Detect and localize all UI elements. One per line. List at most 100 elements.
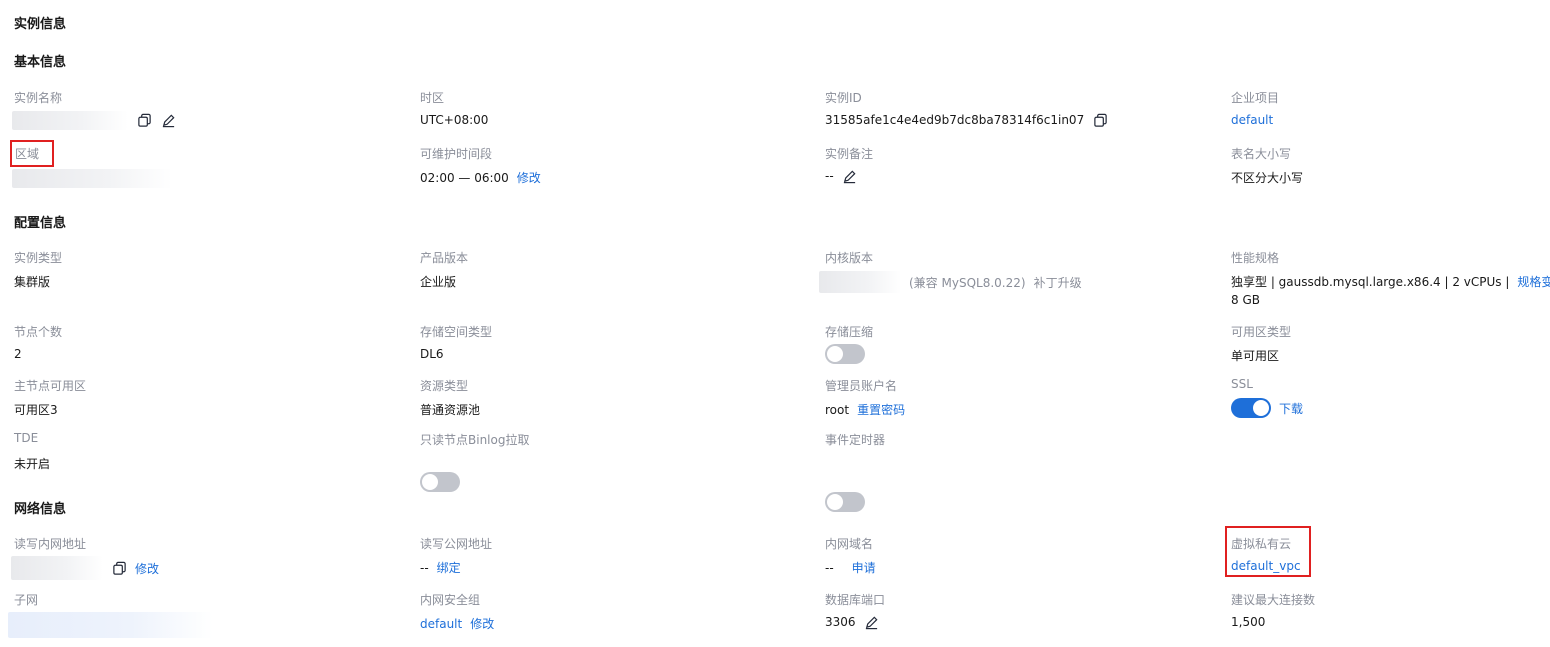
- instance-id-value: 31585afe1c4e4ed9b7dc8ba78314f6c1in07: [825, 113, 1085, 127]
- bind-eip-link[interactable]: 绑定: [437, 559, 461, 576]
- public-address-label: 读写公网地址: [420, 537, 493, 551]
- toggle-knob: [827, 346, 843, 362]
- tde-label: TDE: [14, 431, 39, 445]
- rw-address-redacted: [11, 556, 103, 580]
- kernel-version-redacted: [819, 271, 901, 293]
- instance-id-label: 实例ID: [825, 91, 862, 105]
- admin-label: 管理员账户名: [825, 379, 898, 393]
- timezone-label: 时区: [420, 91, 445, 105]
- resource-type-value: 普通资源池: [420, 403, 481, 417]
- nodes-label: 节点个数: [14, 325, 63, 339]
- network-info-heading: 网络信息: [14, 502, 67, 517]
- page-title: 实例信息: [14, 17, 67, 32]
- remark-row: --: [825, 168, 858, 184]
- admin-value: root: [825, 402, 850, 417]
- resource-type-label: 资源类型: [420, 379, 469, 393]
- region-value: [12, 169, 172, 188]
- instance-name-value: [12, 111, 176, 130]
- kernel-compat-text: (兼容 MySQL8.0.22): [909, 275, 1026, 290]
- basic-info-heading: 基本信息: [14, 55, 67, 70]
- domain-apply-link[interactable]: 申请: [852, 559, 876, 576]
- instance-id-row: 31585afe1c4e4ed9b7dc8ba78314f6c1in07: [825, 112, 1108, 128]
- instance-type-value: 集群版: [14, 275, 51, 289]
- storage-type-value: DL6: [420, 347, 444, 361]
- reset-password-link[interactable]: 重置密码: [857, 401, 905, 418]
- copy-icon[interactable]: [1092, 112, 1108, 128]
- storage-type-label: 存储空间类型: [420, 325, 493, 339]
- project-label: 企业项目: [1231, 91, 1280, 105]
- copy-icon[interactable]: [111, 560, 127, 576]
- ssl-toggle[interactable]: [1231, 398, 1271, 418]
- toggle-knob: [827, 494, 843, 510]
- ssl-download-link[interactable]: 下载: [1279, 400, 1303, 417]
- config-info-heading: 配置信息: [14, 216, 67, 231]
- copy-icon[interactable]: [136, 113, 152, 129]
- max-connections-value: 1,500: [1231, 615, 1266, 629]
- compression-toggle[interactable]: [825, 344, 865, 364]
- toggle-knob: [1253, 400, 1269, 416]
- subnet-redacted: [8, 612, 213, 638]
- az-type-value: 单可用区: [1231, 349, 1280, 363]
- maintenance-edit-link[interactable]: 修改: [517, 169, 541, 186]
- vpc-label: 虚拟私有云: [1231, 537, 1292, 551]
- project-link[interactable]: default: [1231, 113, 1273, 127]
- tde-value: 未开启: [14, 457, 51, 471]
- toggle-knob: [422, 474, 438, 490]
- ssl-row: 下载: [1231, 398, 1303, 418]
- admin-row: root 重置密码: [825, 401, 905, 418]
- rw-address-edit-link[interactable]: 修改: [135, 560, 159, 577]
- subnet-value: [8, 612, 213, 638]
- case-value: 不区分大小写: [1231, 171, 1304, 185]
- kernel-label: 内核版本: [825, 251, 874, 265]
- edition-value: 企业版: [420, 275, 457, 289]
- primary-az-value: 可用区3: [14, 403, 58, 417]
- subnet-label: 子网: [14, 593, 39, 607]
- vpc-link[interactable]: default_vpc: [1231, 559, 1301, 573]
- event-scheduler-label: 事件定时器: [825, 433, 886, 447]
- security-group-edit-link[interactable]: 修改: [470, 615, 494, 632]
- compression-label: 存储压缩: [825, 325, 874, 339]
- kernel-upgrade-link[interactable]: 补丁升级: [1034, 274, 1082, 291]
- edit-icon[interactable]: [160, 113, 176, 129]
- event-scheduler-toggle[interactable]: [825, 492, 865, 512]
- edit-icon[interactable]: [842, 168, 858, 184]
- case-label: 表名大小写: [1231, 147, 1292, 161]
- instance-name-label: 实例名称: [14, 91, 63, 105]
- maintenance-row: 02:00 — 06:00 修改: [420, 169, 541, 186]
- rw-address-label: 读写内网地址: [14, 537, 87, 551]
- public-address-row: -- 绑定: [420, 559, 461, 576]
- domain-label: 内网域名: [825, 537, 874, 551]
- db-port-row: 3306: [825, 614, 880, 630]
- maintenance-label: 可维护时间段: [420, 147, 493, 161]
- rw-address-row: 修改: [11, 556, 159, 580]
- edition-label: 产品版本: [420, 251, 469, 265]
- spec-row: 独享型 | gaussdb.mysql.large.x86.4 | 2 vCPU…: [1231, 273, 1550, 290]
- security-group-label: 内网安全组: [420, 593, 481, 607]
- ssl-label: SSL: [1231, 377, 1253, 391]
- spec-change-link[interactable]: 规格变更: [1517, 273, 1550, 290]
- public-address-value: --: [420, 560, 429, 575]
- primary-az-label: 主节点可用区: [14, 379, 87, 393]
- remark-label: 实例备注: [825, 147, 874, 161]
- region-redacted: [12, 169, 172, 188]
- max-connections-label: 建议最大连接数: [1231, 593, 1316, 607]
- kernel-row: (兼容 MySQL8.0.22) 补丁升级: [819, 271, 1082, 293]
- edit-icon[interactable]: [864, 614, 880, 630]
- spec-label: 性能规格: [1231, 251, 1280, 265]
- db-port-value: 3306: [825, 615, 856, 629]
- spec-value: 独享型 | gaussdb.mysql.large.x86.4 | 2 vCPU…: [1231, 275, 1510, 289]
- nodes-value: 2: [14, 347, 22, 361]
- security-group-link[interactable]: default: [420, 617, 462, 631]
- remark-value: --: [825, 169, 834, 183]
- security-group-row: default 修改: [420, 615, 494, 632]
- domain-value: --: [825, 560, 834, 575]
- domain-row: -- 申请: [825, 559, 876, 576]
- timezone-value: UTC+08:00: [420, 113, 489, 127]
- db-port-label: 数据库端口: [825, 593, 886, 607]
- region-label: 区域: [15, 147, 40, 161]
- az-type-label: 可用区类型: [1231, 325, 1292, 339]
- instance-type-label: 实例类型: [14, 251, 63, 265]
- instance-name-redacted: [12, 111, 128, 130]
- binlog-toggle[interactable]: [420, 472, 460, 492]
- spec-memory: 8 GB: [1231, 293, 1260, 307]
